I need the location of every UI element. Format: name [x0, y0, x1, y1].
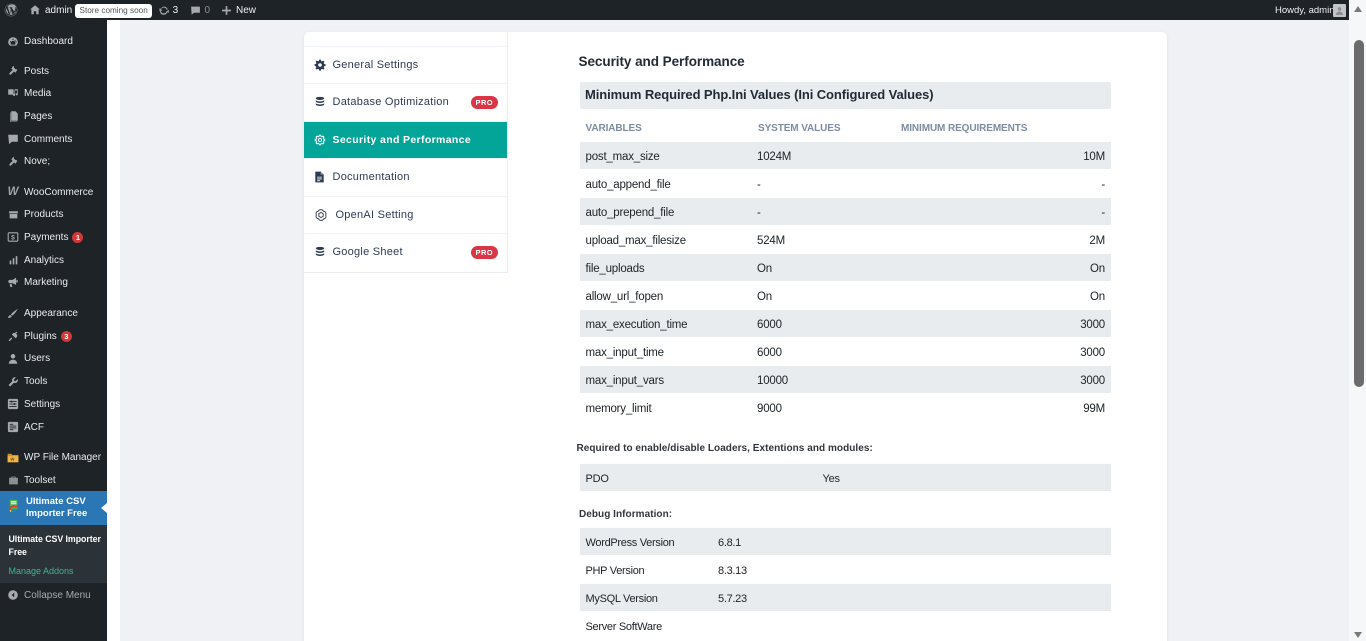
svg-text:$: $: [11, 235, 15, 242]
